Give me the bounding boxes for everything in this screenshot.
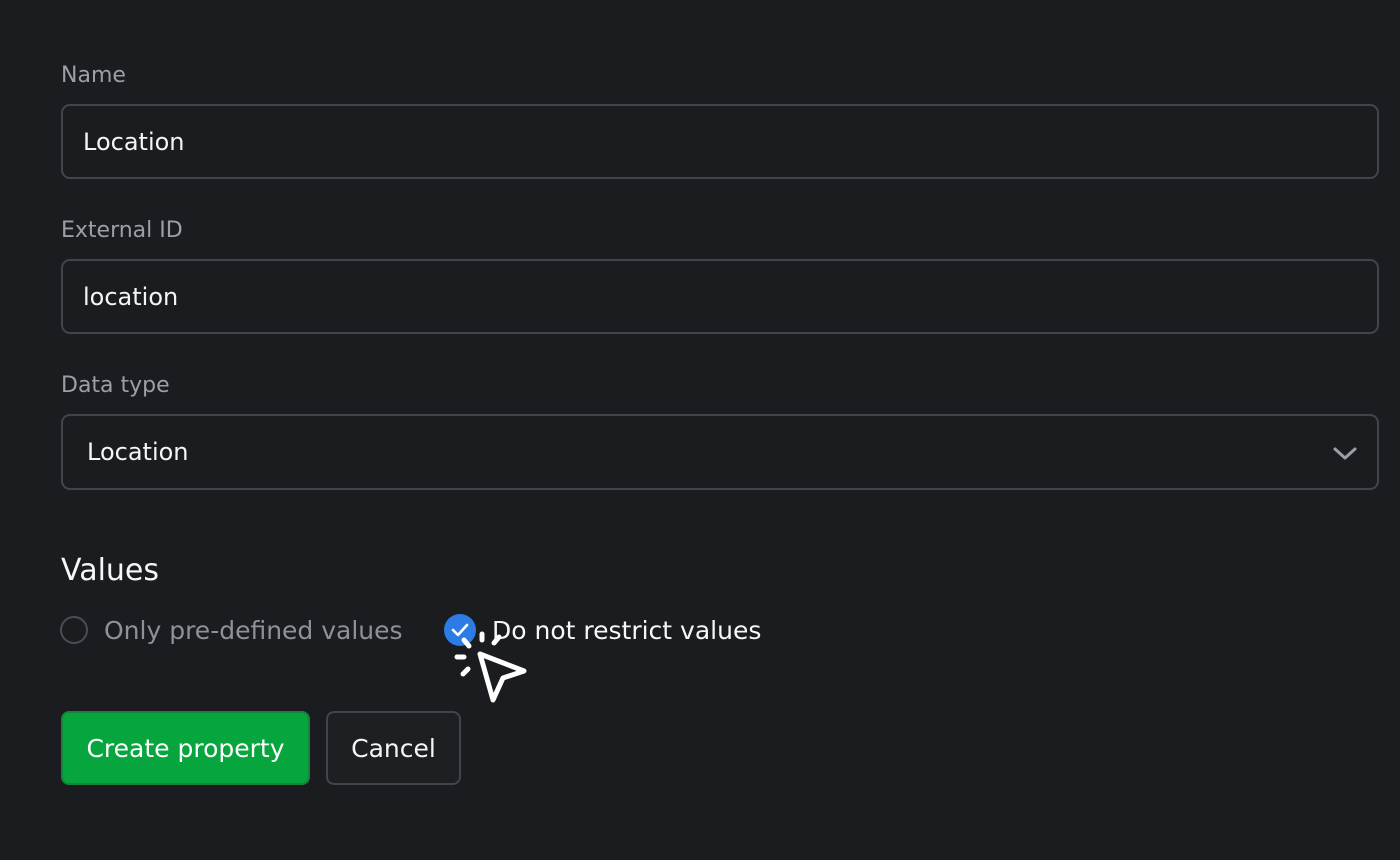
- name-label: Name: [61, 63, 126, 88]
- radio-label-only-predefined: Only pre-defined values: [104, 615, 403, 645]
- cancel-button[interactable]: Cancel: [326, 711, 461, 785]
- create-property-form: Name External ID Data type Location Valu…: [0, 0, 1400, 860]
- data-type-select[interactable]: Location: [61, 414, 1379, 490]
- create-property-button[interactable]: Create property: [61, 711, 310, 785]
- external-id-input[interactable]: [61, 259, 1379, 334]
- radio-checked-circle: [444, 614, 476, 646]
- radio-only-predefined-values[interactable]: Only pre-defined values: [60, 613, 403, 647]
- data-type-selected-value: Location: [87, 438, 189, 466]
- name-input[interactable]: [61, 104, 1379, 179]
- chevron-down-icon: [1333, 447, 1357, 460]
- data-type-label: Data type: [61, 373, 170, 398]
- external-id-label: External ID: [61, 218, 183, 243]
- check-icon: [451, 623, 469, 637]
- radio-do-not-restrict-values[interactable]: Do not restrict values: [444, 613, 761, 647]
- values-section-title: Values: [61, 553, 160, 588]
- radio-label-do-not-restrict: Do not restrict values: [492, 615, 762, 645]
- radio-unchecked-circle: [60, 616, 88, 644]
